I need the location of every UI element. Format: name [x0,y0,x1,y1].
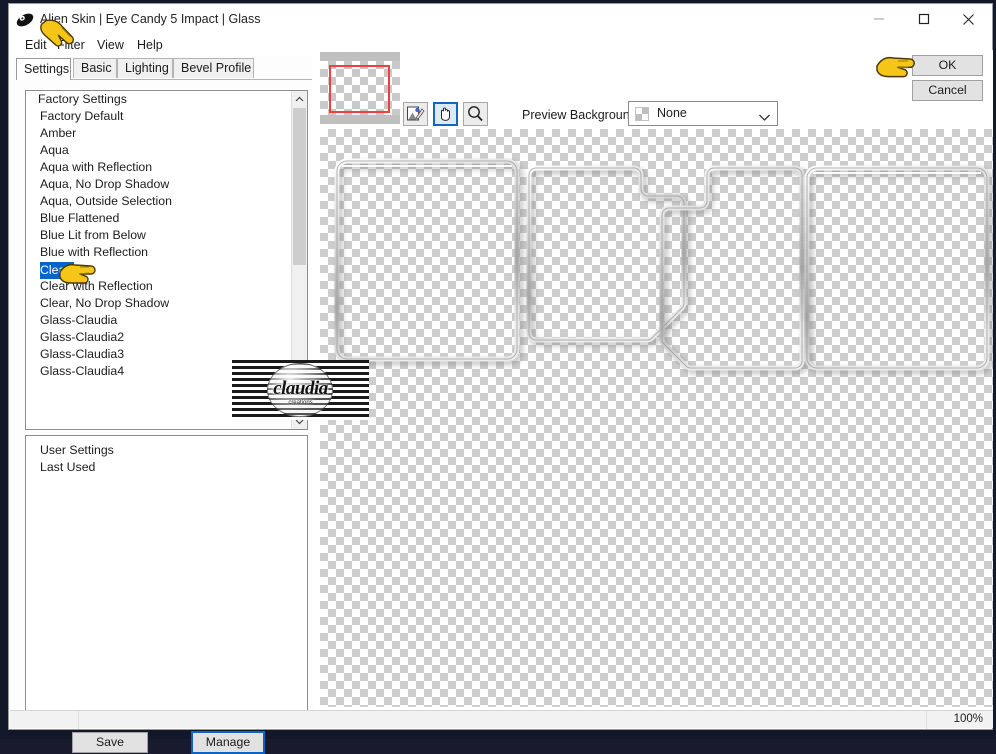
title-bar: Alien Skin | Eye Candy 5 Impact | Glass [9,4,992,37]
claudia-watermark: claudia creations [232,360,369,420]
chevron-down-icon[interactable] [758,109,771,127]
manage-button[interactable]: Manage [191,731,265,754]
tab-basic[interactable]: Basic [73,58,117,78]
zoom-icon [464,105,487,123]
window-frame-left [0,0,8,739]
menu-item-view[interactable]: View [93,37,128,53]
preview-area: Preview Background: None [318,50,993,713]
preview-background-value: None [657,106,687,120]
ok-button[interactable]: OK [912,55,983,76]
tab-lighting[interactable]: Lighting [117,58,173,78]
eyedropper-icon [404,105,427,123]
window-body: Alien Skin | Eye Candy 5 Impact | Glass … [8,3,993,754]
list-item[interactable]: User Settings [26,442,307,459]
preview-background-label: Preview Background: [522,108,641,122]
scroll-up-button[interactable] [292,91,307,107]
preview-background-swatch [635,107,649,121]
status-bar: 100% [10,710,993,729]
watermark-subtext: creations [288,400,313,406]
tab-bevel-profile[interactable]: Bevel Profile [173,58,254,78]
preview-thumbnail[interactable] [320,52,400,124]
close-icon [952,13,985,26]
app-icon [15,10,35,30]
list-item[interactable]: Factory Settings [26,91,292,108]
list-item[interactable]: Last Used [26,459,307,476]
list-item[interactable]: Amber [26,125,292,142]
status-divider [78,711,79,729]
hand-icon [435,105,456,123]
hand-tool-button[interactable] [433,102,458,126]
list-item[interactable]: Glass-Claudia2 [26,329,292,346]
status-divider [926,711,927,729]
list-item[interactable]: Blue Lit from Below [26,227,292,244]
preview-background-select[interactable]: None [628,101,778,126]
minimize-icon [862,13,895,25]
glass-shapes [334,158,990,371]
minimize-button[interactable] [856,4,901,34]
glass-shape-1 [334,158,520,362]
watermark-text: claudia [273,378,328,399]
list-item[interactable]: Factory Default [26,108,292,125]
list-item[interactable]: Aqua, Outside Selection [26,193,292,210]
list-item[interactable]: Aqua with Reflection [26,159,292,176]
thumbnail-view-rect[interactable] [329,65,390,113]
list-item[interactable]: Blue with Reflection [26,244,292,261]
tab-settings[interactable]: Settings [16,58,71,80]
cancel-button[interactable]: Cancel [912,80,983,101]
close-button[interactable] [946,4,991,34]
zoom-level: 100% [953,713,983,725]
maximize-icon [907,13,940,25]
application-window: Alien Skin | Eye Candy 5 Impact | Glass … [0,0,996,754]
save-button[interactable]: Save [72,732,148,753]
list-item[interactable]: Clear with Reflection [26,278,292,295]
preview-canvas[interactable] [320,129,993,707]
list-item[interactable]: Clear, No Drop Shadow [26,295,292,312]
menu-item-filter[interactable]: Filter [53,37,89,53]
list-item[interactable]: Blue Flattened [26,210,292,227]
list-item[interactable]: Glass-Claudia [26,312,292,329]
maximize-button[interactable] [901,4,946,34]
menu-item-edit[interactable]: Edit [21,37,51,53]
window-frame-bottom [0,730,996,739]
list-item[interactable]: Aqua [26,142,292,159]
window-title: Alien Skin | Eye Candy 5 Impact | Glass [40,12,261,26]
glass-shape-4 [804,165,990,371]
scrollbar-thumb[interactable] [293,108,306,265]
list-item-clear-selected[interactable]: Clear [40,262,75,279]
tab-strip: Settings Basic Lighting Bevel Profile [16,58,312,80]
menu-item-help[interactable]: Help [133,37,167,53]
chevron-up-icon [295,91,304,108]
list-item[interactable]: Aqua, No Drop Shadow [26,176,292,193]
user-settings-list[interactable]: User Settings Last Used [25,435,308,724]
list-item-selected-wrapper: Clear [26,261,292,279]
eyedropper-tool-button[interactable] [403,102,428,126]
zoom-tool-button[interactable] [463,102,488,126]
